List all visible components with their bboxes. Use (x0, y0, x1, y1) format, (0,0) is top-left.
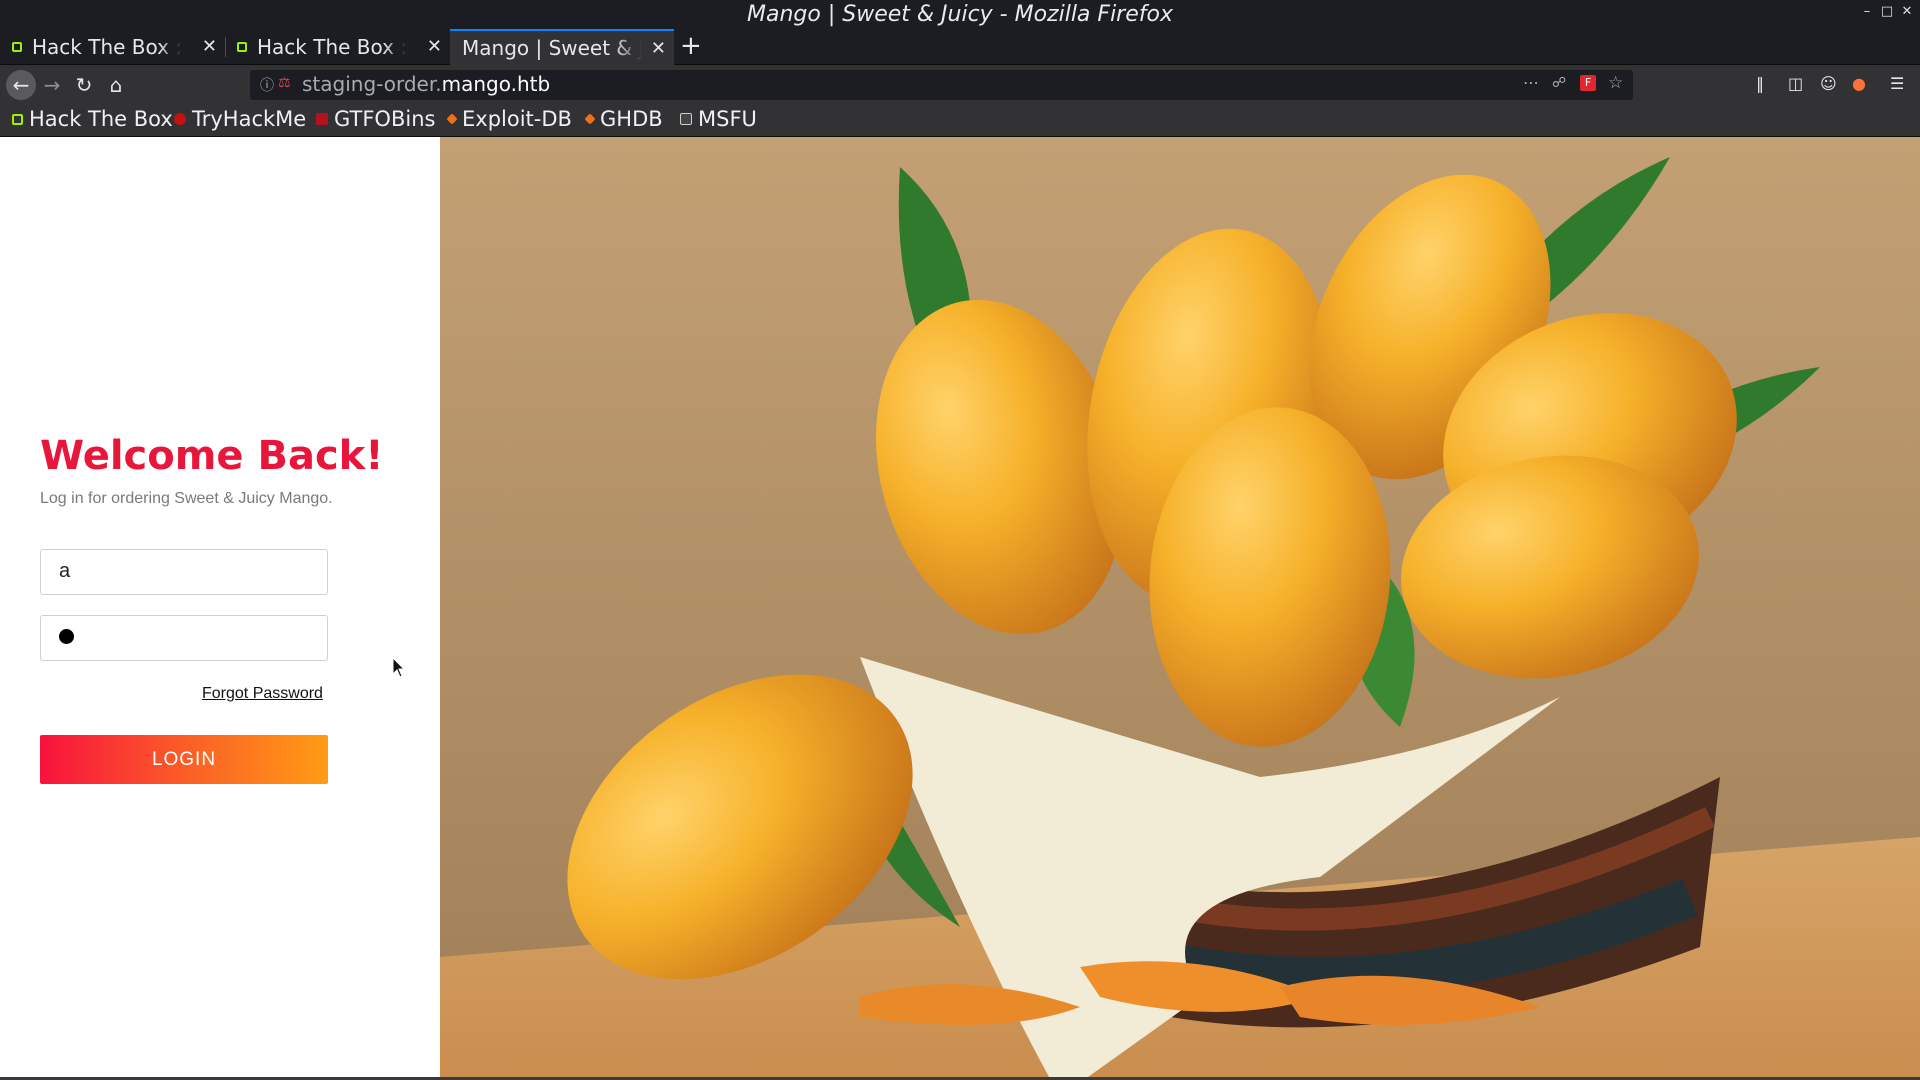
tab-label: Mango | Sweet & Ju (462, 36, 642, 60)
account-icon[interactable]: ☺ (1820, 74, 1837, 93)
bookmarks-toolbar: Hack The Box TryHackMe GTFOBins Exploit-… (0, 105, 1920, 137)
htb-icon (237, 42, 247, 52)
login-panel: Welcome Back! Log in for ordering Sweet … (0, 137, 440, 1080)
password-input[interactable] (40, 615, 328, 661)
back-icon[interactable]: ← (6, 70, 36, 100)
password-mask (59, 629, 74, 645)
reload-icon[interactable]: ↻ (72, 73, 96, 97)
tab-label: Hack The Box :: M (257, 35, 407, 59)
navigation-bar: ← → ↻ ⌂ ⓘ ⚖ staging-order.mango.htb ⋯ ☍ … (0, 65, 1920, 105)
library-icon[interactable]: ‖ (1756, 74, 1764, 93)
browser-chrome: Mango | Sweet & Juicy - Mozilla Firefox … (0, 0, 1920, 137)
bookmark-gtfobins[interactable]: GTFOBins (316, 107, 435, 131)
window-title: Mango | Sweet & Juicy - Mozilla Firefox (747, 2, 1173, 27)
url-text[interactable]: staging-order.mango.htb (302, 72, 550, 96)
htb-icon (12, 113, 23, 125)
extension-icon[interactable]: F (1580, 75, 1596, 91)
menu-icon[interactable]: ☰ (1890, 74, 1904, 93)
page-content: Welcome Back! Log in for ordering Sweet … (0, 137, 1920, 1080)
url-bar[interactable]: ⓘ ⚖ staging-order.mango.htb ⋯ ☍ F ☆ (250, 70, 1633, 100)
tryhackme-icon (174, 113, 186, 125)
login-subtitle: Log in for ordering Sweet & Juicy Mango. (40, 490, 333, 507)
title-bar: Mango | Sweet & Juicy - Mozilla Firefox … (0, 0, 1920, 30)
forgot-password-link[interactable]: Forgot Password (202, 685, 323, 703)
tab-hackthebox-1[interactable]: Hack The Box :: M ✕ (0, 29, 226, 65)
htb-icon (12, 42, 22, 52)
bookmark-exploitdb[interactable]: Exploit-DB (446, 107, 572, 131)
page-actions-icon[interactable]: ⋯ (1523, 73, 1539, 92)
mango-illustration (440, 137, 1920, 1080)
page-title: Welcome Back! (40, 433, 384, 479)
tab-mango[interactable]: Mango | Sweet & Ju ✕ (450, 29, 674, 65)
pocket-icon[interactable]: ☍ (1552, 75, 1566, 91)
info-icon[interactable]: ⓘ (260, 75, 274, 95)
bookmark-ghdb[interactable]: GHDB (584, 107, 663, 131)
bookmark-msfu[interactable]: MSFU (680, 107, 757, 131)
mango-basket-image (440, 137, 1920, 1080)
exploitdb-icon (446, 113, 458, 125)
ghdb-icon (584, 113, 596, 125)
minimize-icon[interactable]: – (1858, 4, 1876, 19)
bookmark-tryhackme[interactable]: TryHackMe (174, 107, 306, 131)
sidebar-icon[interactable]: ◫ (1788, 74, 1803, 93)
forward-icon[interactable]: → (40, 73, 64, 97)
close-icon[interactable]: ✕ (427, 36, 442, 57)
bookmark-star-icon[interactable]: ☆ (1608, 73, 1623, 93)
home-icon[interactable]: ⌂ (104, 73, 128, 97)
gtfobins-icon (316, 113, 328, 125)
login-button[interactable]: LOGIN (40, 735, 328, 784)
close-icon[interactable]: ✕ (202, 36, 217, 57)
insecure-lock-icon[interactable]: ⚖ (278, 75, 291, 91)
new-tab-icon[interactable]: + (680, 29, 702, 63)
tab-hackthebox-2[interactable]: Hack The Box :: M ✕ (225, 29, 451, 65)
tab-bar: Hack The Box :: M ✕ Hack The Box :: M ✕ … (0, 29, 1920, 65)
close-icon[interactable]: ✕ (651, 38, 666, 59)
bookmark-hackthebox[interactable]: Hack The Box (12, 107, 173, 131)
maximize-icon[interactable]: □ (1878, 4, 1896, 19)
tab-label: Hack The Box :: M (32, 35, 182, 59)
username-input[interactable]: a (40, 549, 328, 595)
mouse-cursor-icon (392, 657, 406, 678)
close-window-icon[interactable]: ✕ (1898, 4, 1916, 19)
msfu-icon (680, 113, 692, 125)
firefox-icon[interactable]: ● (1852, 74, 1866, 93)
